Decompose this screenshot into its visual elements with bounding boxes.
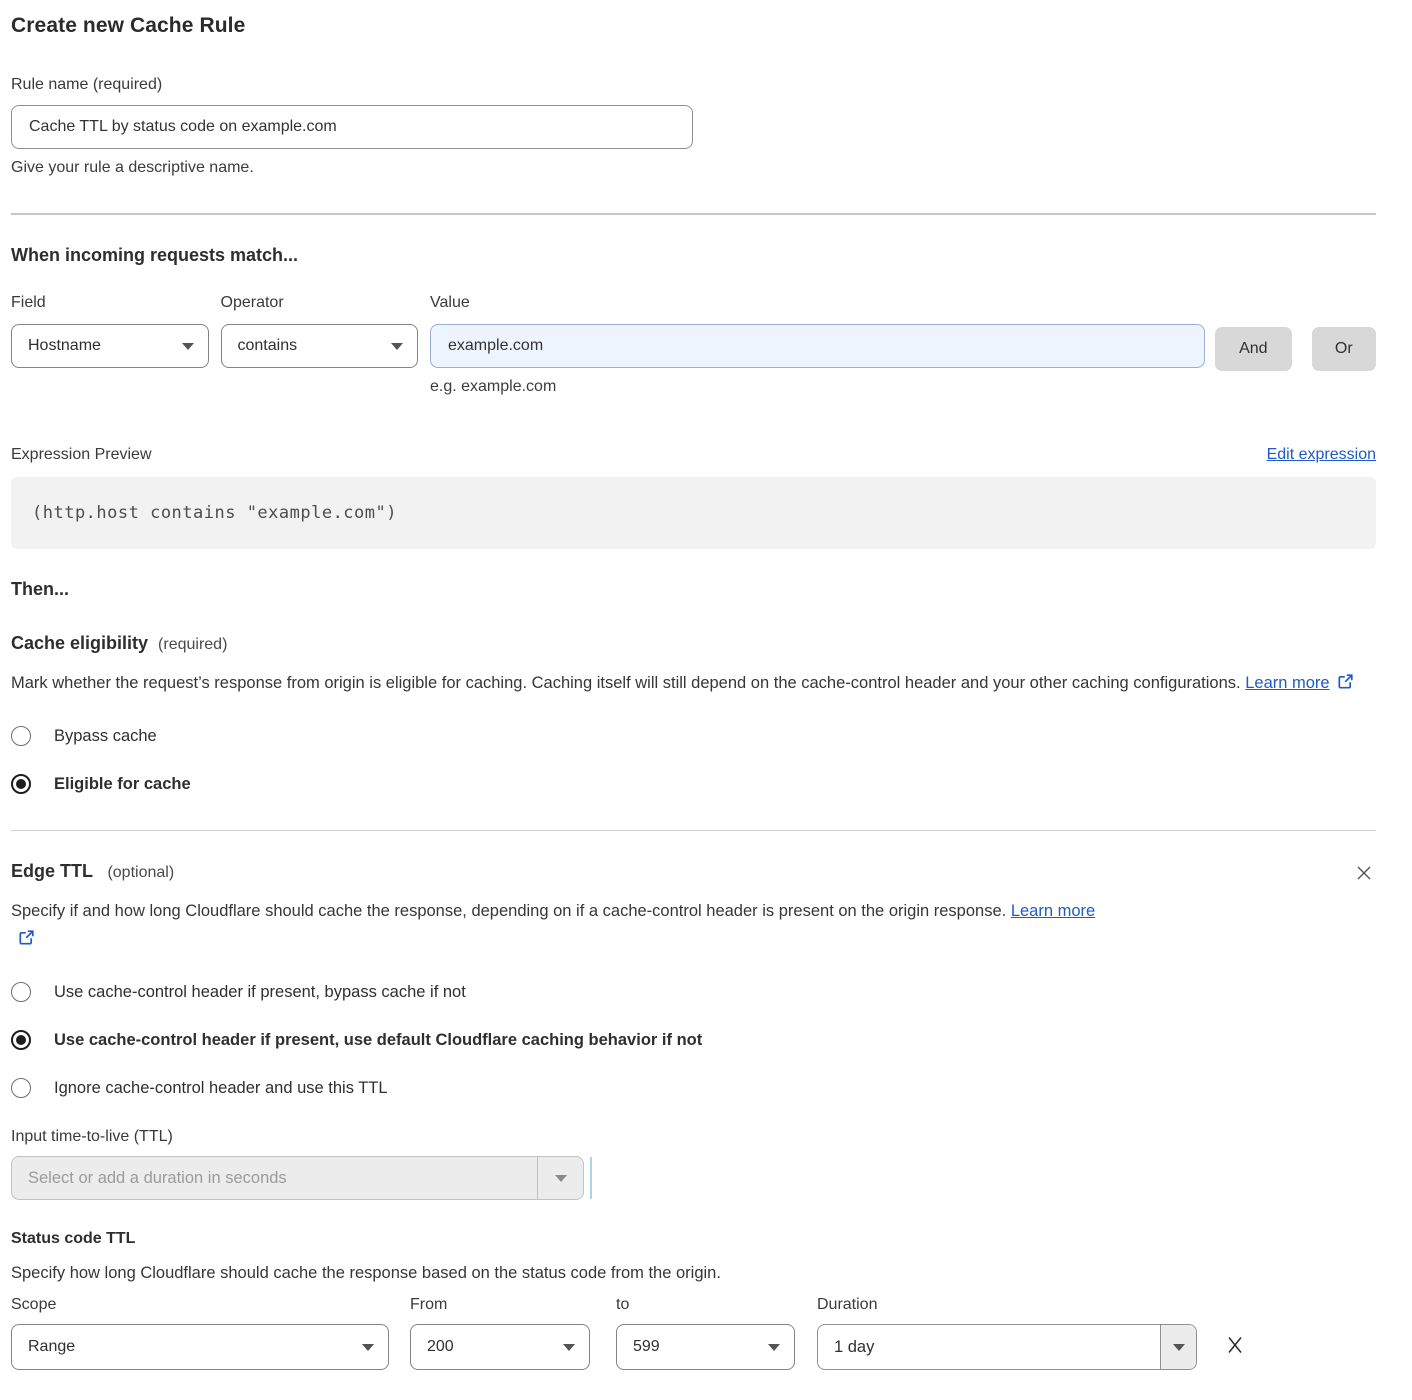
- radio-icon: [11, 982, 31, 1002]
- radio-use-header-default[interactable]: Use cache-control header if present, use…: [11, 1030, 702, 1050]
- duration-select-value: 1 day: [818, 1325, 1160, 1369]
- field-select-value: Hostname: [28, 337, 101, 355]
- radio-icon: [11, 774, 31, 794]
- to-select[interactable]: 599: [616, 1324, 795, 1370]
- chevron-down-icon[interactable]: [1160, 1325, 1196, 1369]
- cache-eligibility-description: Mark whether the request’s response from…: [11, 669, 1356, 699]
- ttl-input-label: Input time-to-live (TTL): [11, 1128, 1376, 1146]
- scope-select[interactable]: Range: [11, 1324, 389, 1370]
- rule-name-label: Rule name (required): [11, 76, 1376, 94]
- text-caret: [590, 1157, 592, 1199]
- match-row: Field Hostname Operator contains Value e…: [11, 294, 1376, 396]
- edge-ttl-options: Use cache-control header if present, byp…: [11, 982, 1376, 1098]
- duration-label: Duration: [817, 1296, 1197, 1314]
- field-select[interactable]: Hostname: [11, 324, 209, 368]
- radio-eligible-for-cache[interactable]: Eligible for cache: [11, 774, 191, 794]
- edge-ttl-close-button[interactable]: [1352, 861, 1376, 885]
- radio-label: Bypass cache: [54, 727, 157, 746]
- chevron-down-icon[interactable]: [537, 1157, 583, 1199]
- status-code-ttl-title: Status code TTL: [11, 1230, 1376, 1248]
- status-code-ttl-description: Specify how long Cloudflare should cache…: [11, 1264, 1376, 1283]
- edge-ttl-title: Edge TTL: [11, 861, 93, 881]
- match-heading: When incoming requests match...: [11, 245, 1376, 266]
- delete-status-row-button[interactable]: [1222, 1332, 1248, 1358]
- to-label: to: [616, 1296, 795, 1314]
- edge-ttl-description-text: Specify if and how long Cloudflare shoul…: [11, 902, 1006, 920]
- ttl-select-placeholder: Select or add a duration in seconds: [12, 1157, 537, 1199]
- radio-bypass-cache[interactable]: Bypass cache: [11, 726, 157, 746]
- delete-icon: [1224, 1344, 1246, 1359]
- edit-expression-link[interactable]: Edit expression: [1267, 446, 1376, 464]
- scope-label: Scope: [11, 1296, 389, 1314]
- required-tag: (required): [158, 636, 227, 654]
- close-icon: [1354, 871, 1374, 886]
- field-label: Field: [11, 294, 209, 312]
- chevron-down-icon: [182, 343, 194, 350]
- expression-preview-box: (http.host contains "example.com"): [11, 477, 1376, 549]
- scope-select-value: Range: [28, 1338, 75, 1356]
- then-heading: Then...: [11, 579, 1376, 600]
- radio-label: Use cache-control header if present, byp…: [54, 983, 466, 1002]
- value-label: Value: [430, 294, 1205, 312]
- rule-name-helper: Give your rule a descriptive name.: [11, 159, 1376, 177]
- chevron-down-icon: [563, 1344, 575, 1351]
- expression-preview-label: Expression Preview: [11, 446, 152, 464]
- radio-icon: [11, 1078, 31, 1098]
- radio-icon: [11, 726, 31, 746]
- radio-label: Eligible for cache: [54, 775, 191, 794]
- chevron-down-icon: [768, 1344, 780, 1351]
- ttl-duration-select[interactable]: Select or add a duration in seconds: [11, 1156, 584, 1200]
- to-select-value: 599: [633, 1338, 660, 1356]
- section-divider: [11, 830, 1376, 831]
- or-button[interactable]: Or: [1312, 327, 1377, 371]
- operator-label: Operator: [221, 294, 419, 312]
- radio-ignore-header[interactable]: Ignore cache-control header and use this…: [11, 1078, 388, 1098]
- value-input[interactable]: [430, 324, 1205, 368]
- and-button[interactable]: And: [1215, 327, 1291, 371]
- from-select-value: 200: [427, 1338, 454, 1356]
- section-divider: [11, 213, 1376, 215]
- radio-label: Ignore cache-control header and use this…: [54, 1079, 388, 1098]
- from-label: From: [410, 1296, 590, 1314]
- operator-select[interactable]: contains: [221, 324, 419, 368]
- cache-eligibility-learn-more-link[interactable]: Learn more: [1245, 674, 1329, 692]
- page-title: Create new Cache Rule: [11, 14, 1376, 38]
- chevron-down-icon: [391, 343, 403, 350]
- radio-label: Use cache-control header if present, use…: [54, 1031, 702, 1050]
- external-link-icon: [1337, 671, 1354, 699]
- cache-eligibility-options: Bypass cache Eligible for cache: [11, 726, 1376, 794]
- value-helper: e.g. example.com: [430, 378, 1205, 396]
- radio-icon: [11, 1030, 31, 1050]
- create-cache-rule-page: Create new Cache Rule Rule name (require…: [0, 0, 1412, 1400]
- optional-tag: (optional): [107, 864, 174, 881]
- cache-eligibility-title: Cache eligibility: [11, 633, 148, 654]
- external-link-icon: [18, 927, 35, 955]
- duration-select[interactable]: 1 day: [817, 1324, 1197, 1370]
- chevron-down-icon: [362, 1344, 374, 1351]
- rule-name-input[interactable]: [11, 105, 693, 149]
- status-code-ttl-row: Scope Range From 200 to 599 Duration 1 d…: [11, 1296, 1376, 1370]
- cache-eligibility-description-text: Mark whether the request’s response from…: [11, 674, 1241, 692]
- operator-select-value: contains: [238, 337, 298, 355]
- radio-use-header-bypass[interactable]: Use cache-control header if present, byp…: [11, 982, 466, 1002]
- from-select[interactable]: 200: [410, 1324, 590, 1370]
- edge-ttl-learn-more-link[interactable]: Learn more: [1011, 902, 1095, 920]
- edge-ttl-description: Specify if and how long Cloudflare shoul…: [11, 897, 1116, 955]
